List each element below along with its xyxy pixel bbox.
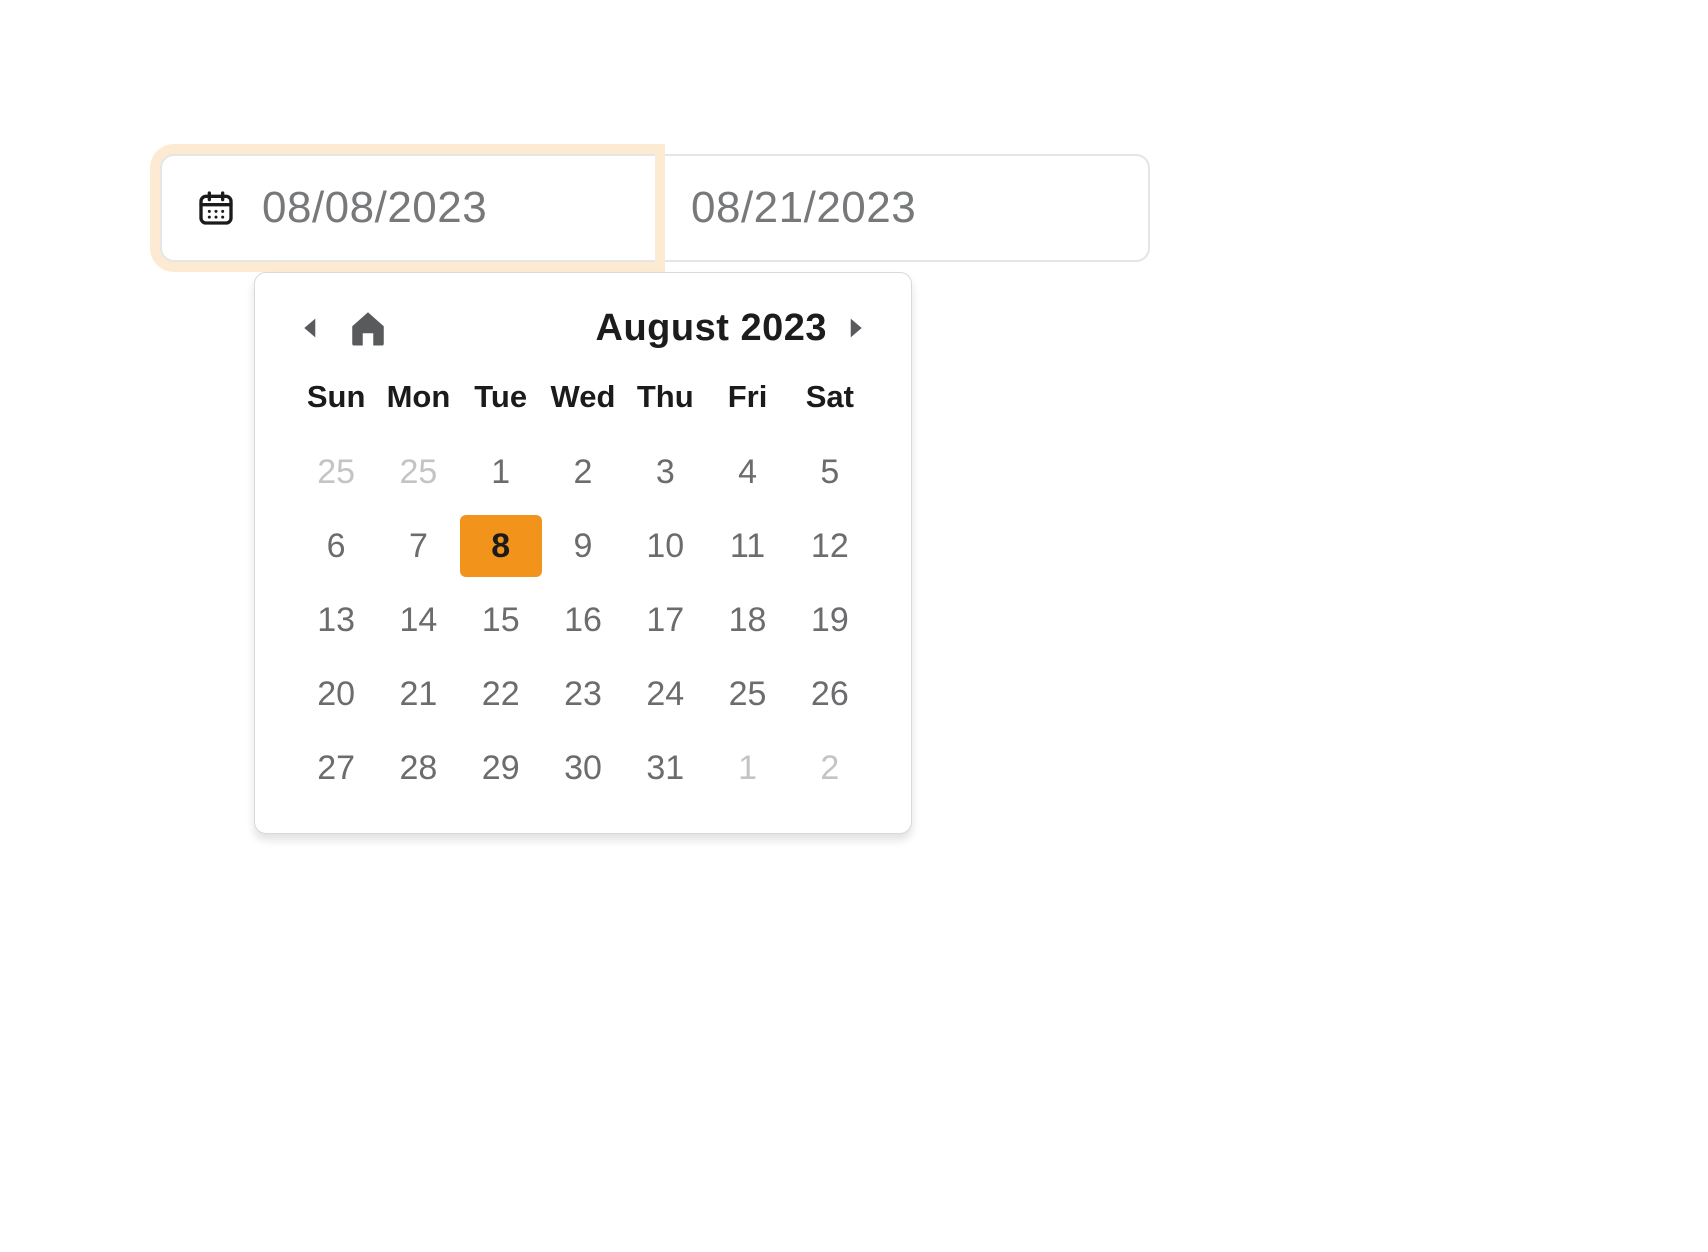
calendar-day-selected[interactable]: 8	[460, 515, 542, 577]
calendar-day[interactable]: 26	[789, 663, 871, 725]
calendar-grid: SunMonTueWedThuFriSat2525123456789101112…	[295, 373, 871, 799]
start-date-value: 08/08/2023	[262, 183, 487, 233]
weekday-header: Mon	[377, 373, 459, 429]
calendar-header: August 2023	[295, 301, 871, 355]
calendar-day[interactable]: 1	[460, 441, 542, 503]
calendar-day[interactable]: 5	[789, 441, 871, 503]
next-month-button[interactable]	[843, 308, 871, 348]
prev-month-button[interactable]	[295, 308, 323, 348]
calendar-day[interactable]: 13	[295, 589, 377, 651]
calendar-day[interactable]: 25	[706, 663, 788, 725]
calendar-day[interactable]: 29	[460, 737, 542, 799]
calendar-day[interactable]: 15	[460, 589, 542, 651]
weekday-header: Sun	[295, 373, 377, 429]
calendar-day-outside[interactable]: 25	[295, 441, 377, 503]
calendar-day[interactable]: 6	[295, 515, 377, 577]
date-range-input: 08/08/2023 08/21/2023	[160, 154, 1150, 262]
calendar-day[interactable]: 12	[789, 515, 871, 577]
calendar-day[interactable]: 18	[706, 589, 788, 651]
calendar-day[interactable]: 9	[542, 515, 624, 577]
calendar-day-outside[interactable]: 25	[377, 441, 459, 503]
end-date-value: 08/21/2023	[691, 183, 916, 233]
calendar-day[interactable]: 7	[377, 515, 459, 577]
month-year-title[interactable]: August 2023	[596, 307, 827, 350]
calendar-day[interactable]: 19	[789, 589, 871, 651]
end-date-field[interactable]: 08/21/2023	[655, 154, 1150, 262]
today-button[interactable]	[345, 305, 391, 351]
calendar-day[interactable]: 14	[377, 589, 459, 651]
calendar-day[interactable]: 11	[706, 515, 788, 577]
calendar-day[interactable]: 3	[624, 441, 706, 503]
calendar-day[interactable]: 24	[624, 663, 706, 725]
weekday-header: Tue	[460, 373, 542, 429]
calendar-day[interactable]: 2	[542, 441, 624, 503]
calendar-day[interactable]: 22	[460, 663, 542, 725]
calendar-popover: August 2023 SunMonTueWedThuFriSat2525123…	[254, 272, 912, 834]
calendar-day[interactable]: 28	[377, 737, 459, 799]
weekday-header: Wed	[542, 373, 624, 429]
calendar-day[interactable]: 16	[542, 589, 624, 651]
calendar-day-outside[interactable]: 1	[706, 737, 788, 799]
weekday-header: Thu	[624, 373, 706, 429]
calendar-day-outside[interactable]: 2	[789, 737, 871, 799]
weekday-header: Sat	[789, 373, 871, 429]
start-date-field[interactable]: 08/08/2023	[160, 154, 655, 262]
calendar-day[interactable]: 23	[542, 663, 624, 725]
weekday-header: Fri	[706, 373, 788, 429]
calendar-day[interactable]: 10	[624, 515, 706, 577]
calendar-day[interactable]: 27	[295, 737, 377, 799]
calendar-day[interactable]: 20	[295, 663, 377, 725]
calendar-day[interactable]: 4	[706, 441, 788, 503]
calendar-day[interactable]: 31	[624, 737, 706, 799]
calendar-icon	[196, 188, 236, 228]
calendar-day[interactable]: 30	[542, 737, 624, 799]
calendar-day[interactable]: 21	[377, 663, 459, 725]
calendar-day[interactable]: 17	[624, 589, 706, 651]
